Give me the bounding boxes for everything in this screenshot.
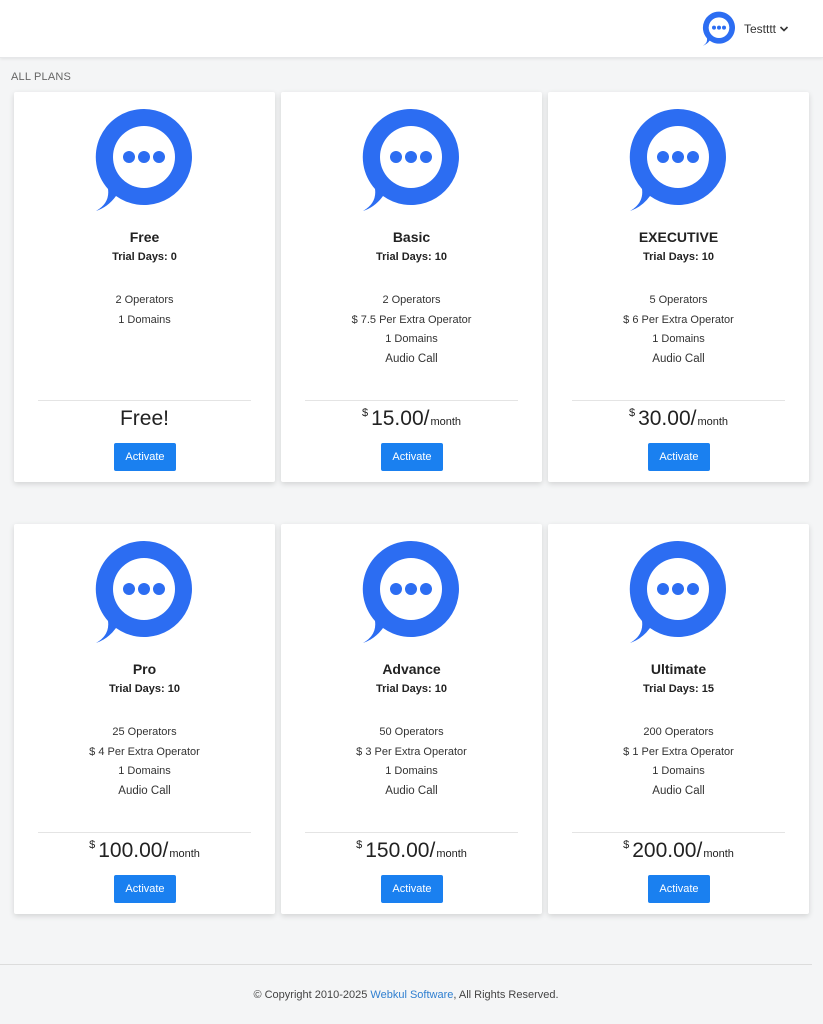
feature-list: 200 Operators $ 1 Per Extra Operator 1 D… xyxy=(548,723,809,801)
chat-bubble-icon xyxy=(629,108,726,211)
plan-name: Basic xyxy=(392,229,431,245)
top-bar: Testttt xyxy=(0,0,823,58)
price: $ 15.00/ month xyxy=(281,407,542,437)
price-currency: $ xyxy=(628,407,636,419)
user-menu[interactable]: Testttt xyxy=(701,11,789,47)
plan-name: Pro xyxy=(132,661,157,677)
username: Testttt xyxy=(743,22,776,36)
feature-item: $ 3 Per Extra Operator xyxy=(356,745,467,758)
chat-bubble-icon xyxy=(95,540,192,643)
price-currency: $ xyxy=(89,839,96,851)
plan-card-ultimate: Ultimate Trial Days: 15 200 Operators $ … xyxy=(548,524,809,914)
price: Free! xyxy=(14,407,275,437)
price-amount: 200.00/ xyxy=(632,839,703,862)
footer-copyright: © Copyright 2010-2025 xyxy=(253,989,371,1001)
price-free: Free! xyxy=(119,407,169,430)
feature-item: Audio Call xyxy=(118,784,171,797)
feature-item: 1 Domains xyxy=(652,765,705,777)
footer: © Copyright 2010-2025 Webkul Software, A… xyxy=(0,989,812,1001)
chat-bubble-icon xyxy=(629,540,726,643)
chat-bubble-icon xyxy=(362,540,459,643)
feature-item: 50 Operators xyxy=(379,726,444,738)
feature-list: 25 Operators $ 4 Per Extra Operator 1 Do… xyxy=(14,723,275,801)
price-amount: 30.00/ xyxy=(638,407,697,430)
feature-item: 5 Operators xyxy=(649,294,708,306)
price-period: month xyxy=(430,416,462,428)
feature-item: Audio Call xyxy=(385,352,438,365)
price-currency: $ xyxy=(356,839,363,851)
chevron-down-icon xyxy=(779,26,789,32)
price: $ 30.00/ month xyxy=(548,407,809,437)
trial-days: Trial Days: 10 xyxy=(643,251,714,263)
feature-item: 1 Domains xyxy=(118,765,171,777)
section-label: ALL PLANS xyxy=(11,71,72,83)
price-amount: 100.00/ xyxy=(98,839,169,862)
activate-button[interactable]: Activate xyxy=(114,443,176,471)
activate-button[interactable]: Activate xyxy=(648,443,710,471)
price-period: month xyxy=(436,848,467,860)
plan-card-basic: Basic Trial Days: 10 2 Operators $ 7.5 P… xyxy=(281,92,542,482)
trial-days: Trial Days: 10 xyxy=(376,251,447,263)
feature-list: 2 Operators $ 7.5 Per Extra Operator 1 D… xyxy=(281,291,542,369)
feature-list: 5 Operators $ 6 Per Extra Operator 1 Dom… xyxy=(548,291,809,369)
price: $ 100.00/ month xyxy=(14,839,275,869)
plan-card-pro: Pro Trial Days: 10 25 Operators $ 4 Per … xyxy=(14,524,275,914)
feature-list: 2 Operators 1 Domains xyxy=(14,291,275,330)
feature-item: Audio Call xyxy=(652,784,705,797)
price-currency: $ xyxy=(361,407,369,419)
activate-button[interactable]: Activate xyxy=(114,875,176,903)
feature-item: 2 Operators xyxy=(115,294,174,306)
feature-item: $ 4 Per Extra Operator xyxy=(89,745,200,758)
plan-name: Free xyxy=(129,229,160,245)
plan-name: EXECUTIVE xyxy=(638,229,719,245)
chat-bubble-icon xyxy=(95,108,192,211)
footer-divider xyxy=(0,964,812,965)
activate-button[interactable]: Activate xyxy=(381,443,443,471)
feature-list: 50 Operators $ 3 Per Extra Operator 1 Do… xyxy=(281,723,542,801)
feature-item: $ 1 Per Extra Operator xyxy=(623,745,734,758)
footer-company-link[interactable]: Webkul Software xyxy=(370,989,453,1001)
feature-item: $ 6 Per Extra Operator xyxy=(623,313,734,326)
feature-item: 1 Domains xyxy=(385,765,438,777)
chat-bubble-icon xyxy=(702,11,735,46)
plan-card-executive: EXECUTIVE Trial Days: 10 5 Operators $ 6… xyxy=(548,92,809,482)
divider xyxy=(572,400,785,401)
price-amount: 15.00/ xyxy=(371,407,430,430)
divider xyxy=(38,832,251,833)
feature-item: 200 Operators xyxy=(643,726,714,738)
divider xyxy=(572,832,785,833)
plan-name: Ultimate xyxy=(650,661,707,677)
price-period: month xyxy=(703,848,734,860)
feature-item: Audio Call xyxy=(652,352,705,365)
price: $ 150.00/ month xyxy=(281,839,542,869)
trial-days: Trial Days: 10 xyxy=(109,683,180,695)
feature-item: Audio Call xyxy=(385,784,438,797)
plan-name: Advance xyxy=(382,661,441,677)
activate-button[interactable]: Activate xyxy=(648,875,710,903)
feature-item: 1 Domains xyxy=(118,313,171,326)
chat-bubble-icon xyxy=(362,108,459,211)
plan-card-advance: Advance Trial Days: 10 50 Operators $ 3 … xyxy=(281,524,542,914)
trial-days: Trial Days: 0 xyxy=(112,251,177,263)
price: $ 200.00/ month xyxy=(548,839,809,869)
divider xyxy=(305,832,518,833)
feature-item: 1 Domains xyxy=(652,333,705,345)
feature-item: 25 Operators xyxy=(112,726,177,738)
plan-card-free: Free Trial Days: 0 2 Operators 1 Domains… xyxy=(14,92,275,482)
trial-days: Trial Days: 10 xyxy=(376,683,447,695)
price-amount: 150.00/ xyxy=(365,839,436,862)
activate-button[interactable]: Activate xyxy=(381,875,443,903)
feature-item: $ 7.5 Per Extra Operator xyxy=(351,313,472,326)
divider xyxy=(38,400,251,401)
feature-item: 2 Operators xyxy=(382,294,441,306)
price-period: month xyxy=(697,416,729,428)
footer-rights: , All Rights Reserved. xyxy=(453,989,559,1001)
price-currency: $ xyxy=(623,839,630,851)
price-period: month xyxy=(169,848,200,860)
trial-days: Trial Days: 15 xyxy=(643,683,714,695)
divider xyxy=(305,400,518,401)
feature-item: 1 Domains xyxy=(385,333,438,345)
